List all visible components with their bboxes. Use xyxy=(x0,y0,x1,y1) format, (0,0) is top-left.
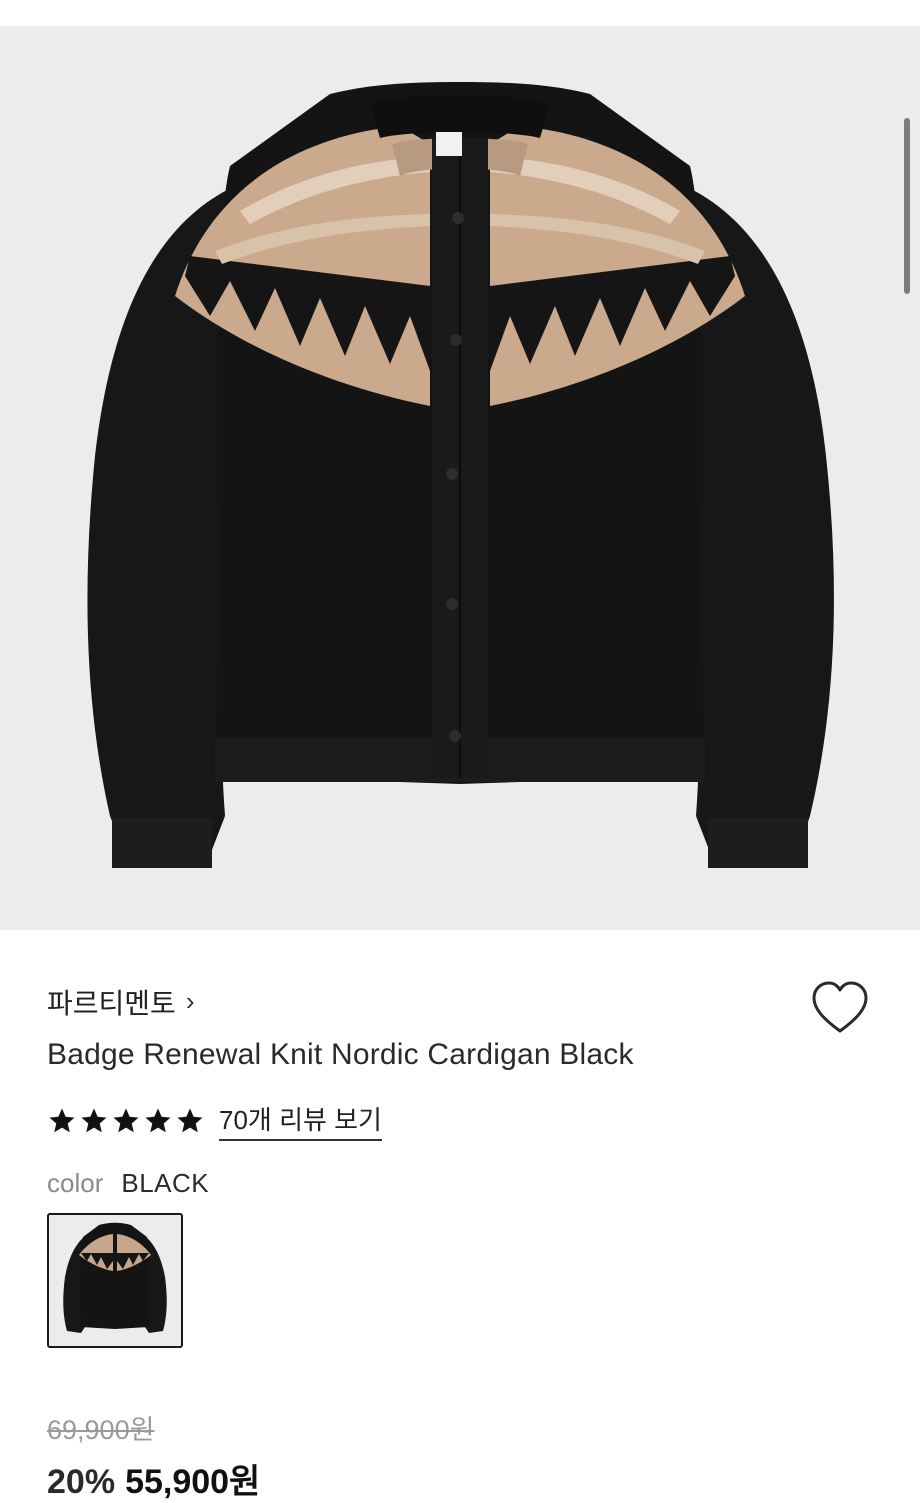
right-cuff xyxy=(708,818,808,868)
product-info: 파르티멘토 › Badge Renewal Knit Nordic Cardig… xyxy=(0,930,920,1503)
product-image[interactable] xyxy=(0,26,920,930)
original-price: 69,900원 xyxy=(47,1415,155,1445)
top-bar xyxy=(0,0,920,26)
reviews-link[interactable]: 70개 리뷰 보기 xyxy=(219,1100,382,1141)
heart-outline-icon xyxy=(812,981,868,1033)
star-rating xyxy=(47,1106,205,1136)
star-filled-icon xyxy=(145,1108,171,1132)
rating-row: 70개 리뷰 보기 xyxy=(47,1100,382,1141)
button-3 xyxy=(446,468,458,480)
price-row: 20% 55,900원 xyxy=(47,1454,260,1503)
sale-price: 55,900원 xyxy=(125,1463,261,1501)
star-filled-icon xyxy=(49,1108,75,1132)
color-swatch-black[interactable] xyxy=(47,1213,183,1348)
brand-link[interactable]: 파르티멘토 › xyxy=(47,982,194,1022)
image-scrollbar[interactable] xyxy=(904,118,910,294)
star-filled-icon xyxy=(81,1108,107,1132)
color-label: color xyxy=(47,1168,104,1198)
button-1 xyxy=(452,212,464,224)
star-filled-icon xyxy=(177,1108,203,1132)
neckline xyxy=(370,95,550,138)
button-4 xyxy=(446,598,458,610)
left-cuff xyxy=(112,818,212,868)
star-filled-icon xyxy=(113,1108,139,1132)
cardigan-image xyxy=(87,82,834,868)
neck-label xyxy=(436,132,462,156)
button-2 xyxy=(450,334,462,346)
brand-name: 파르티멘토 xyxy=(47,988,176,1019)
wishlist-button[interactable] xyxy=(808,978,872,1038)
color-value: BLACK xyxy=(121,1168,210,1198)
button-5 xyxy=(449,730,461,742)
chevron-right-icon: › xyxy=(185,985,195,1016)
color-row: color BLACK xyxy=(47,1168,209,1199)
product-title: Badge Renewal Knit Nordic Cardigan Black xyxy=(47,1038,634,1071)
discount-rate: 20% xyxy=(47,1463,116,1501)
swatch-thumbnail xyxy=(63,1222,167,1333)
